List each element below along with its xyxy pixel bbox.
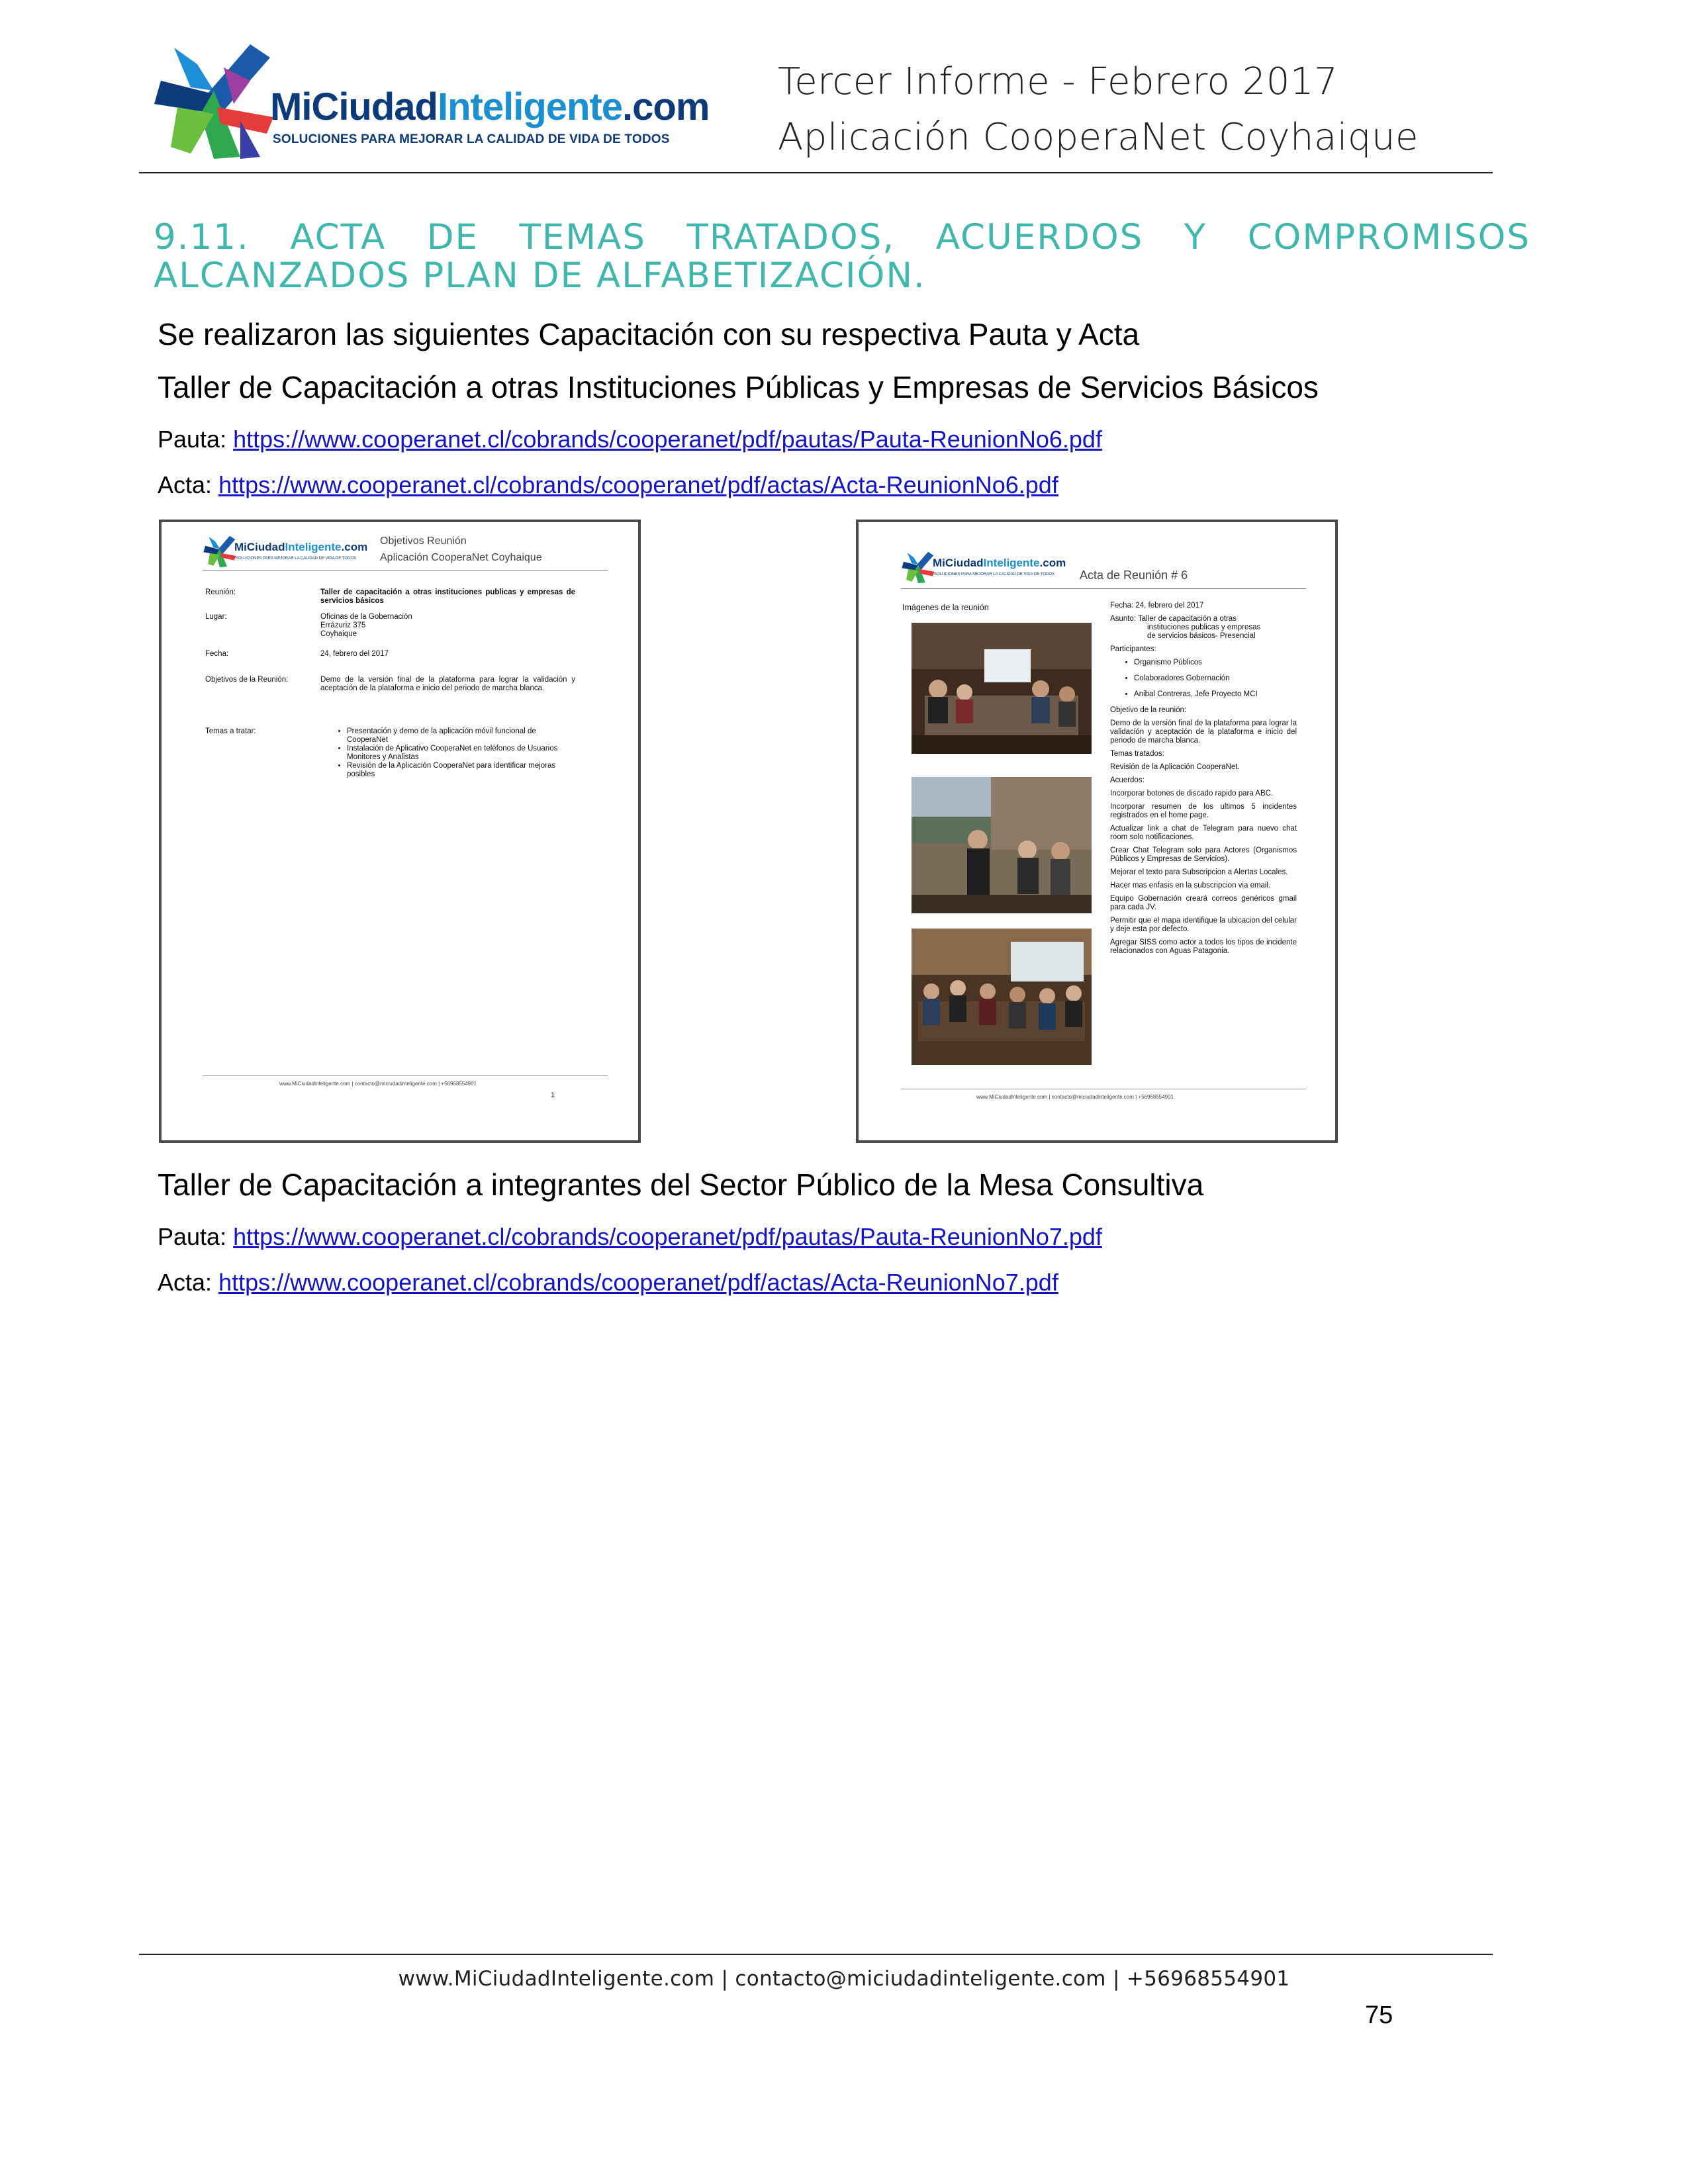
- workshop2-acta: Acta: https://www.cooperanet.cl/cobrands…: [158, 1269, 1058, 1297]
- acta-participantes-label: Participantes:: [1110, 645, 1156, 653]
- acta-objetivo: Demo de la versión final de la plataform…: [1110, 719, 1297, 745]
- thumb-footer-divider: [203, 1075, 608, 1076]
- acuerdo-item: Incorporar botones de discado rapido par…: [1110, 790, 1274, 797]
- acuerdo-item: Crear Chat Telegram solo para Actores (O…: [1110, 846, 1297, 863]
- acta-label: Acta:: [158, 471, 212, 498]
- acta-asunto: Asunto: Taller de capacitación a otras: [1110, 615, 1237, 623]
- pauta-link[interactable]: https://www.cooperanet.cl/cobrands/coope…: [233, 426, 1102, 453]
- report-header: Tercer Informe - Febrero 2017 Aplicación…: [778, 54, 1506, 165]
- thumb-header: Acta de Reunión # 6: [1080, 569, 1188, 582]
- footer-divider: [139, 1954, 1493, 1955]
- thumb-logo: MiCiudadInteligente.com SOLUCIONES PARA …: [901, 550, 1073, 590]
- acuerdo-item: Agregar SISS como actor a todos los tipo…: [1110, 938, 1297, 955]
- report-subtitle: Aplicación CooperaNet Coyhaique: [778, 116, 1419, 159]
- list-item: Presentación y demo de la aplicación móv…: [347, 727, 575, 745]
- acuerdo-item: Permitir que el mapa identifique la ubic…: [1110, 917, 1297, 933]
- acta-fecha: Fecha: 24, febrero del 2017: [1110, 602, 1204, 610]
- acta-link[interactable]: https://www.cooperanet.cl/cobrands/coope…: [218, 1269, 1058, 1296]
- logo-mark-icon: [154, 44, 273, 159]
- thumb-divider: [901, 588, 1306, 589]
- acta-acuerdos-label: Acuerdos:: [1110, 776, 1145, 784]
- acta-temas: Revisión de la Aplicación CooperaNet.: [1110, 763, 1240, 771]
- thumb-header: Objetivos Reunión Aplicación CooperaNet …: [380, 535, 542, 563]
- header-divider: [139, 172, 1493, 173]
- acta-details: Fecha: 24, febrero del 2017 Asunto: Tall…: [1110, 602, 1297, 960]
- thumb-logo: MiCiudadInteligente.com SOLUCIONES PARA …: [203, 534, 375, 574]
- section-heading: 9.11. ACTA DE TEMAS TRATADOS, ACUERDOS Y…: [154, 217, 1530, 296]
- thumb-footer: www.MiCiudadInteligente.com | contacto@m…: [976, 1094, 1174, 1100]
- meeting-photo-2: [912, 777, 1092, 913]
- workshop1-acta: Acta: https://www.cooperanet.cl/cobrands…: [158, 471, 1058, 499]
- thumb-page-number: 1: [551, 1091, 555, 1099]
- pauta-document-thumbnail: MiCiudadInteligente.com SOLUCIONES PARA …: [159, 520, 641, 1143]
- workshop1-pauta: Pauta: https://www.cooperanet.cl/cobrand…: [158, 426, 1102, 453]
- acta-asunto-cont: de servicios básicos- Presencial: [1147, 632, 1256, 640]
- logo-mark-icon: [902, 551, 935, 584]
- list-item: Revisión de la Aplicación CooperaNet par…: [347, 762, 575, 779]
- acta-temas-label: Temas tratados:: [1110, 750, 1164, 758]
- list-item: Anibal Contreras, Jefe Proyecto MCI: [1134, 690, 1297, 699]
- logo-mark-icon: [203, 535, 236, 568]
- footer-contact: www.MiCiudadInteligente.com | contacto@m…: [398, 1967, 1290, 1991]
- acuerdo-item: Incorporar resumen de los ultimos 5 inci…: [1110, 803, 1297, 819]
- intro-text: Se realizaron las siguientes Capacitació…: [158, 317, 1140, 351]
- meeting-photo-3: [912, 929, 1092, 1065]
- workshop1-title: Taller de Capacitación a otras Instituci…: [158, 370, 1319, 404]
- logo-tagline: SOLUCIONES PARA MEJORAR LA CALIDAD DE VI…: [273, 132, 670, 146]
- list-item: Colaboradores Gobernación: [1134, 674, 1297, 683]
- acta-asunto-cont: instituciones publicas y empresas: [1147, 623, 1261, 631]
- list-item: Instalación de Aplicativo CooperaNet en …: [347, 745, 575, 762]
- acta-link[interactable]: https://www.cooperanet.cl/cobrands/coope…: [218, 471, 1058, 498]
- acta-objetivo-label: Objetivo de la reunión:: [1110, 706, 1187, 714]
- brand-logo: MiCiudadInteligente.com SOLUCIONES PARA …: [151, 41, 710, 160]
- pauta-label: Pauta:: [158, 1223, 227, 1250]
- pauta-link[interactable]: https://www.cooperanet.cl/cobrands/coope…: [233, 1223, 1102, 1250]
- workshop2-title: Taller de Capacitación a integrantes del…: [158, 1167, 1204, 1202]
- list-item: Organismo Públicos: [1134, 659, 1297, 667]
- report-title: Tercer Informe - Febrero 2017: [778, 60, 1338, 103]
- acta-document-thumbnail: MiCiudadInteligente.com SOLUCIONES PARA …: [856, 520, 1338, 1143]
- images-label: Imágenes de la reunión: [902, 603, 989, 612]
- logo-wordmark: MiCiudadInteligente.com: [270, 85, 710, 128]
- workshop2-pauta: Pauta: https://www.cooperanet.cl/cobrand…: [158, 1223, 1102, 1251]
- page-number: 75: [1365, 2001, 1393, 2029]
- acta-participantes: Organismo Públicos Colaboradores Goberna…: [1110, 659, 1297, 699]
- acuerdo-item: Actualizar link a chat de Telegram para …: [1110, 825, 1297, 841]
- acuerdo-item: Equipo Gobernación creará correos genéri…: [1110, 895, 1297, 911]
- pauta-label: Pauta:: [158, 426, 227, 453]
- acuerdo-item: Mejorar el texto para Subscripcion a Ale…: [1110, 868, 1288, 876]
- acuerdo-item: Hacer mas enfasis en la subscripcion via…: [1110, 882, 1271, 889]
- meeting-photo-1: [912, 623, 1092, 754]
- acta-label: Acta:: [158, 1269, 212, 1296]
- thumb-footer: www.MiCiudadInteligente.com | contacto@m…: [279, 1081, 477, 1087]
